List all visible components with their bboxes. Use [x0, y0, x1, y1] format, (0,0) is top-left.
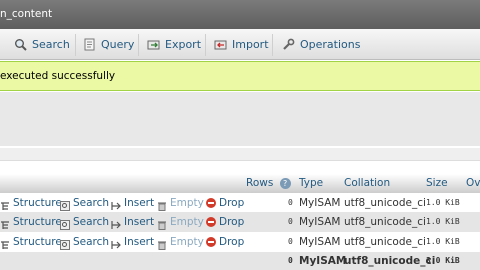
tab-operations-label: Operations	[300, 37, 361, 51]
table-row: Structure Search Insert Empty Drop 0 MyI…	[0, 193, 480, 213]
window-title: n_content	[0, 8, 53, 20]
tab-export-label: Export	[165, 37, 202, 51]
insert-label: Insert	[124, 236, 155, 248]
trash-icon	[157, 198, 167, 211]
search-icon	[60, 217, 70, 230]
tab-query-label: Query	[101, 37, 135, 51]
trash-icon	[157, 237, 167, 250]
table-size: 1.0 KiB	[426, 217, 460, 226]
empty-link[interactable]: Empty	[157, 193, 204, 213]
structure-link[interactable]: Structure	[0, 193, 62, 213]
success-message-text: executed successfully	[0, 70, 116, 82]
empty-link[interactable]: Empty	[157, 212, 204, 232]
table-size: 1.0 KiB	[426, 198, 460, 207]
structure-icon	[0, 217, 10, 229]
tab-divider	[75, 34, 76, 56]
insert-link[interactable]: Insert	[111, 212, 154, 232]
success-message: executed successfully	[0, 61, 480, 91]
table-row: Structure Search Insert Empty Drop 0 MyI…	[0, 212, 480, 232]
insert-icon	[111, 217, 121, 229]
insert-label: Insert	[124, 197, 155, 209]
tab-divider	[272, 34, 273, 56]
search-label: Search	[73, 197, 110, 209]
search-link[interactable]: Search	[60, 212, 109, 232]
drop-icon	[206, 198, 216, 208]
search-icon	[60, 237, 70, 250]
tab-divider	[138, 34, 139, 56]
content-divider	[0, 148, 480, 161]
insert-link[interactable]: Insert	[111, 232, 154, 252]
table-size: 1.0 KiB	[426, 237, 460, 246]
column-header-size[interactable]: Size	[426, 174, 448, 193]
content-band	[0, 92, 480, 146]
column-header-rows-label: Rows	[246, 177, 274, 189]
insert-icon	[111, 237, 121, 249]
empty-link[interactable]: Empty	[157, 232, 204, 252]
structure-icon	[0, 198, 10, 210]
table-row: Structure Search Insert Empty Drop 0 MyI…	[0, 232, 480, 252]
query-icon	[83, 38, 96, 51]
insert-label: Insert	[124, 216, 155, 228]
column-header-overhead[interactable]: Ov	[466, 174, 480, 193]
search-icon	[14, 38, 27, 51]
window-title-bar: n_content	[0, 0, 480, 29]
collation: utf8_unicode_ci	[344, 197, 426, 209]
search-link[interactable]: Search	[60, 193, 109, 213]
drop-link[interactable]: Drop	[206, 232, 244, 252]
structure-label: Structure	[13, 197, 62, 209]
total-rows: 0	[288, 256, 293, 265]
drop-link[interactable]: Drop	[206, 193, 244, 213]
search-label: Search	[73, 236, 110, 248]
tab-operations[interactable]: Operations	[282, 29, 360, 59]
engine-type: MyISAM	[299, 236, 341, 248]
row-count: 0	[288, 198, 293, 207]
tab-export[interactable]: Export	[147, 29, 201, 59]
tab-import[interactable]: Import	[214, 29, 269, 59]
structure-label: Structure	[13, 236, 62, 248]
total-engine-type: MyISAM	[299, 255, 347, 267]
empty-label: Empty	[170, 216, 204, 228]
drop-label: Drop	[219, 236, 245, 248]
column-header-collation[interactable]: Collation	[344, 174, 390, 193]
empty-label: Empty	[170, 236, 204, 248]
search-link[interactable]: Search	[60, 232, 109, 252]
search-label: Search	[73, 216, 110, 228]
tab-import-label: Import	[232, 37, 269, 51]
wrench-icon	[282, 38, 295, 51]
drop-icon	[206, 217, 216, 227]
row-count: 0	[288, 217, 293, 226]
engine-type: MyISAM	[299, 197, 341, 209]
table-header: Rows ? Type Collation Size Ov	[0, 174, 480, 193]
insert-link[interactable]: Insert	[111, 193, 154, 213]
structure-link[interactable]: Structure	[0, 232, 62, 252]
total-size: 3.0 KiB	[426, 256, 460, 265]
tab-query[interactable]: Query	[83, 29, 134, 59]
column-header-type[interactable]: Type	[299, 174, 323, 193]
tab-search-label: Search	[32, 37, 70, 51]
total-collation: utf8_unicode_ci	[344, 255, 436, 267]
structure-icon	[0, 237, 10, 249]
drop-icon	[206, 237, 216, 247]
drop-label: Drop	[219, 197, 245, 209]
export-icon	[147, 38, 160, 51]
column-header-rows[interactable]: Rows ?	[246, 174, 291, 193]
collation: utf8_unicode_ci	[344, 236, 426, 248]
row-count: 0	[288, 237, 293, 246]
collation: utf8_unicode_ci	[344, 216, 426, 228]
tab-divider	[205, 34, 206, 56]
drop-link[interactable]: Drop	[206, 212, 244, 232]
search-icon	[60, 198, 70, 211]
insert-icon	[111, 198, 121, 210]
drop-label: Drop	[219, 216, 245, 228]
import-icon	[214, 38, 227, 51]
help-icon[interactable]: ?	[279, 177, 291, 189]
top-menu: Search Query Export Import Operations	[0, 29, 480, 60]
structure-label: Structure	[13, 216, 62, 228]
empty-label: Empty	[170, 197, 204, 209]
structure-link[interactable]: Structure	[0, 212, 62, 232]
totals-row: 0 MyISAM utf8_unicode_ci 3.0 KiB	[0, 252, 480, 270]
engine-type: MyISAM	[299, 216, 341, 228]
trash-icon	[157, 217, 167, 230]
tab-search[interactable]: Search	[14, 29, 70, 59]
